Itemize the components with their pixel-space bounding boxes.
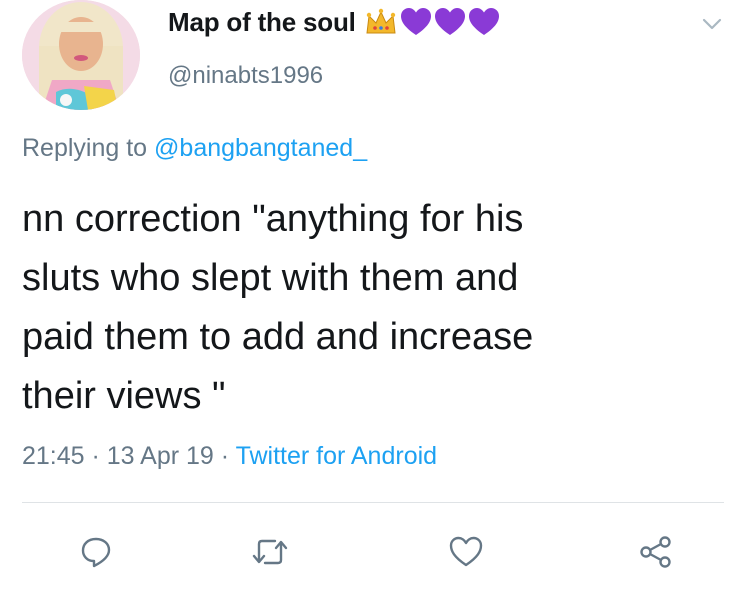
user-handle[interactable]: @ninabts1996: [168, 62, 323, 90]
retweet-icon: [252, 539, 288, 565]
display-name[interactable]: Map of the soul: [168, 7, 356, 38]
tweet-time: 21:45: [22, 442, 85, 470]
tweet-meta: 21:45 · 13 Apr 19 · Twitter for Android: [22, 442, 437, 471]
replying-to: Replying to @bangbangtaned_: [22, 134, 367, 163]
avatar[interactable]: [22, 0, 140, 110]
replying-mention-link[interactable]: @bangbangtaned_: [154, 134, 367, 162]
name-emoji-group: [364, 7, 500, 37]
share-icon: [640, 536, 671, 568]
divider: [22, 502, 724, 503]
purple-heart-icon: [434, 8, 465, 35]
like-button[interactable]: [446, 532, 486, 572]
heart-icon: [449, 536, 483, 567]
tweet-date: 13 Apr 19: [106, 442, 214, 470]
reply-icon: [81, 537, 111, 568]
purple-heart-icon: [400, 8, 431, 35]
tweet-card: Map of the soul @ninabts1996 Replying to…: [0, 0, 750, 592]
replying-prefix: Replying to: [22, 134, 148, 162]
avatar-image: [22, 0, 140, 110]
tweet-source-link[interactable]: Twitter for Android: [236, 442, 437, 470]
purple-heart-icon: [468, 8, 499, 35]
name-row: Map of the soul: [168, 2, 500, 42]
crown-icon: [366, 8, 396, 34]
reply-button[interactable]: [76, 532, 116, 572]
share-button[interactable]: [636, 532, 676, 572]
meta-separator: ·: [213, 442, 236, 470]
retweet-button[interactable]: [250, 532, 290, 572]
chevron-down-icon[interactable]: [700, 12, 724, 36]
tweet-text: nn correction "anything for his sluts wh…: [22, 198, 534, 417]
meta-separator: ·: [84, 442, 107, 470]
